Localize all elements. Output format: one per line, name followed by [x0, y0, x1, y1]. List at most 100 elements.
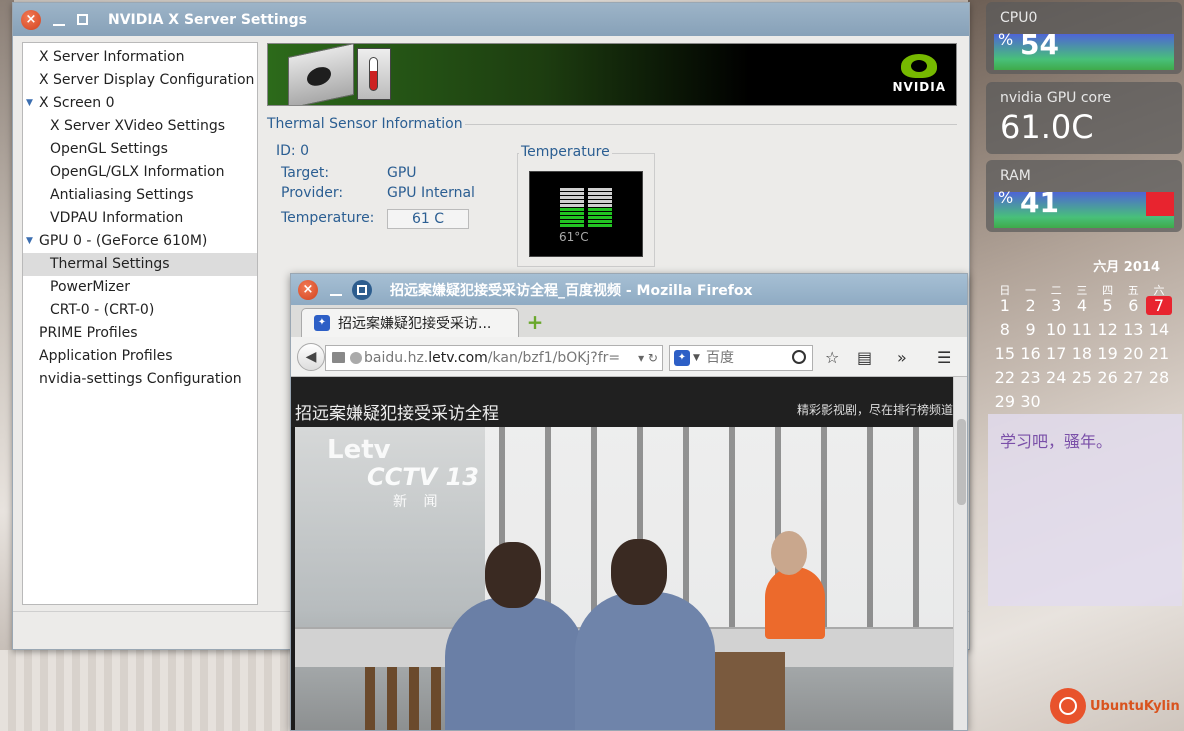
back-button[interactable]: ◀ — [297, 343, 325, 371]
calendar-day[interactable] — [1120, 392, 1146, 411]
calendar-day[interactable]: 3 — [1043, 296, 1069, 315]
tree-item[interactable]: X Server Information — [23, 46, 257, 69]
page-scrollbar[interactable] — [953, 377, 967, 730]
search-engine-icon[interactable]: ✦ — [674, 350, 690, 366]
bookmarks-list-icon[interactable]: ▤ — [857, 348, 872, 367]
tree-item-label: PRIME Profiles — [39, 325, 138, 341]
calendar-day[interactable]: 12 — [1095, 320, 1121, 339]
tree-item[interactable]: VDPAU Information — [23, 207, 257, 230]
tree-item-label: Antialiasing Settings — [50, 187, 194, 203]
letv-watermark: Letv — [327, 435, 391, 465]
close-icon[interactable]: × — [298, 279, 318, 300]
tree-item[interactable]: CRT-0 - (CRT-0) — [23, 299, 257, 322]
new-tab-button[interactable]: + — [525, 312, 545, 332]
calendar-day[interactable]: 2 — [1018, 296, 1044, 315]
page-content: 招远案嫌疑犯接受采访全程 精彩影视剧，尽在排行榜频道 Letv CCTV 13 … — [291, 377, 953, 730]
tree-item[interactable]: Thermal Settings — [23, 253, 257, 276]
minimize-icon[interactable] — [53, 14, 65, 26]
expander-arrow-icon[interactable]: ▼ — [26, 92, 33, 115]
overflow-icon[interactable]: » — [897, 348, 907, 367]
video-prisoner-head — [771, 531, 807, 575]
tree-item-label: CRT-0 - (CRT-0) — [50, 302, 155, 318]
chevron-down-icon[interactable]: ▼ — [693, 346, 700, 370]
calendar-day[interactable]: 10 — [1043, 320, 1069, 339]
tree-item[interactable]: OpenGL/GLX Information — [23, 161, 257, 184]
menu-icon[interactable]: ☰ — [937, 348, 951, 367]
firefox-titlebar[interactable]: × 招远案嫌疑犯接受采访全程_百度视频 - Mozilla Firefox — [291, 274, 967, 305]
calendar-day[interactable]: 17 — [1043, 344, 1069, 363]
gauge-bar — [560, 196, 584, 199]
tree-item[interactable]: ▼ GPU 0 - (GeForce 610M) — [23, 230, 257, 253]
calendar-day[interactable]: 1 — [992, 296, 1018, 315]
calendar-day[interactable]: 27 — [1120, 368, 1146, 387]
calendar-day[interactable] — [1069, 392, 1095, 411]
calendar-day[interactable]: 16 — [1018, 344, 1044, 363]
calendar-widget: 六月 2014 日一二三四五六 1 2 3 4 5 6 7 8 9 10 11 12 13 14 15 16 17… — [988, 252, 1176, 412]
tree-item[interactable]: X Server XVideo Settings — [23, 115, 257, 138]
sticky-note[interactable]: 学习吧，骚年。 — [988, 414, 1182, 606]
reload-icon[interactable]: ▾ ↻ — [638, 346, 658, 370]
tree-item[interactable]: PRIME Profiles — [23, 322, 257, 345]
minimize-icon[interactable] — [330, 284, 342, 296]
calendar-day[interactable]: 21 — [1146, 344, 1172, 363]
calendar-day[interactable]: 15 — [992, 344, 1018, 363]
calendar-day[interactable] — [1043, 392, 1069, 411]
calendar-day[interactable]: 30 — [1018, 392, 1044, 411]
scrollbar-thumb[interactable] — [957, 419, 966, 505]
gpu-label: nvidia GPU core — [1000, 90, 1112, 106]
tree-item[interactable]: ▼ X Screen 0 — [23, 92, 257, 115]
temperature-value: 61 C — [387, 209, 469, 229]
calendar-day[interactable]: 9 — [1018, 320, 1044, 339]
tree-item[interactable]: X Server Display Configuration — [23, 69, 257, 92]
calendar-day[interactable]: 19 — [1095, 344, 1121, 363]
calendar-day[interactable]: 20 — [1120, 344, 1146, 363]
calendar-day[interactable]: 22 — [992, 368, 1018, 387]
provider-value: GPU Internal — [387, 185, 475, 201]
search-box[interactable]: ✦ ▼ 百度 — [669, 345, 813, 371]
page-slogan[interactable]: 精彩影视剧，尽在排行榜频道 — [797, 401, 953, 418]
tree-item-label: X Server Information — [39, 49, 185, 65]
gauge-bar — [588, 192, 612, 195]
calendar-day[interactable]: 7 — [1146, 296, 1172, 315]
calendar-day[interactable]: 29 — [992, 392, 1018, 411]
calendar-week-row: 1234567 — [992, 296, 1172, 315]
search-icon[interactable] — [792, 350, 806, 364]
calendar-day[interactable]: 11 — [1069, 320, 1095, 339]
page-title: 招远案嫌疑犯接受采访全程 — [295, 404, 499, 424]
calendar-day[interactable]: 5 — [1095, 296, 1121, 315]
calendar-day[interactable]: 13 — [1120, 320, 1146, 339]
expander-arrow-icon[interactable]: ▼ — [26, 230, 33, 253]
calendar-day[interactable]: 6 — [1120, 296, 1146, 315]
calendar-day[interactable]: 28 — [1146, 368, 1172, 387]
bookmark-star-icon[interactable]: ☆ — [825, 348, 839, 367]
calendar-day[interactable] — [1095, 392, 1121, 411]
cctv-watermark: CCTV 13 — [367, 463, 479, 491]
maximize-icon[interactable] — [77, 14, 88, 25]
calendar-day[interactable]: 25 — [1069, 368, 1095, 387]
calendar-day[interactable]: 23 — [1018, 368, 1044, 387]
tree-item[interactable]: Application Profiles — [23, 345, 257, 368]
temperature-label: Temperature: — [281, 210, 375, 226]
navigation-bar: ◀ baidu.hz.letv.com/kan/bzf1/bOKj?fr= ▾ … — [291, 337, 967, 377]
video-player[interactable]: Letv CCTV 13 新 闻 — [295, 427, 953, 730]
calendar-day[interactable]: 14 — [1146, 320, 1172, 339]
tree-item[interactable]: PowerMizer — [23, 276, 257, 299]
nvidia-titlebar[interactable]: × NVIDIA X Server Settings — [13, 3, 969, 36]
tree-item[interactable]: OpenGL Settings — [23, 138, 257, 161]
gauge-bar — [560, 220, 584, 223]
gauge-bar — [560, 192, 584, 195]
tree-item[interactable]: Antialiasing Settings — [23, 184, 257, 207]
video-prisoner — [765, 567, 825, 639]
tab-baidu-video[interactable]: ✦ 招远案嫌疑犯接受采访... — [301, 308, 519, 337]
calendar-day[interactable]: 26 — [1095, 368, 1121, 387]
calendar-day[interactable]: 18 — [1069, 344, 1095, 363]
restore-icon[interactable] — [352, 279, 372, 300]
calendar-day[interactable] — [1146, 392, 1172, 411]
url-path: /kan/bzf1/bOKj?fr= — [487, 350, 621, 366]
tree-item[interactable]: nvidia-settings Configuration — [23, 368, 257, 391]
calendar-day[interactable]: 24 — [1043, 368, 1069, 387]
calendar-day[interactable]: 4 — [1069, 296, 1095, 315]
calendar-day[interactable]: 8 — [992, 320, 1018, 339]
url-bar[interactable]: baidu.hz.letv.com/kan/bzf1/bOKj?fr= ▾ ↻ — [325, 345, 663, 371]
close-icon[interactable]: × — [21, 9, 41, 30]
